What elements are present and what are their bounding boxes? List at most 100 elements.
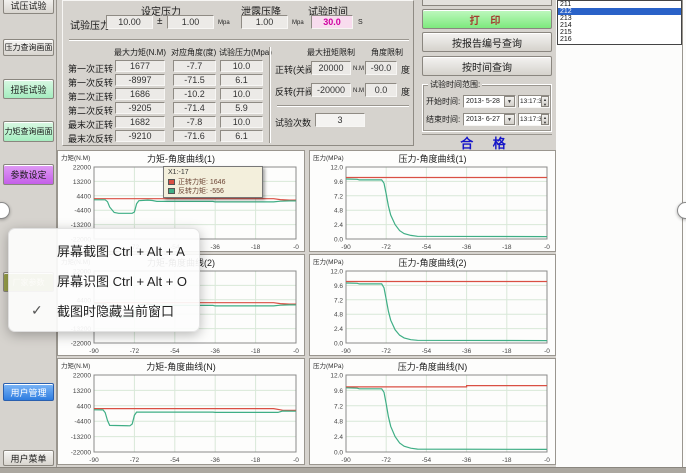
svg-text:-4400: -4400 <box>74 208 91 215</box>
svg-text:-54: -54 <box>170 348 180 355</box>
chevron-down-icon[interactable]: ▼ <box>504 96 515 107</box>
reverse-angle-input[interactable]: 0.0 <box>365 83 397 97</box>
svg-text:-36: -36 <box>210 457 220 464</box>
limits-divider <box>269 47 271 143</box>
report-list[interactable]: 211212213214215216 <box>557 0 682 45</box>
end-date-combo[interactable]: 2013- 6-27 ▼ <box>463 113 516 126</box>
report-list-item[interactable]: 212 <box>558 8 681 15</box>
svg-text:-72: -72 <box>381 457 391 464</box>
svg-text:-18: -18 <box>502 244 512 251</box>
row-label: 第二次正转 <box>67 90 113 103</box>
spinner-icon[interactable]: ▲▼ <box>541 96 549 107</box>
svg-text:22000: 22000 <box>73 165 91 172</box>
test-count-input[interactable]: 3 <box>315 113 365 127</box>
start-date-combo[interactable]: 2013- 5-28 ▼ <box>463 95 516 108</box>
right-edge-line <box>682 0 683 467</box>
tolerance-input[interactable]: 1.00 <box>167 15 214 29</box>
print-button[interactable]: 打 印 <box>422 9 552 29</box>
svg-text:-22000: -22000 <box>71 450 92 457</box>
query-panel: 打 印 按报告编号查询 按时间查询 试验时间范围: 开始时间: 2013- 5-… <box>420 0 556 149</box>
start-time-spin[interactable]: 13:17:35 ▲▼ <box>518 95 550 108</box>
verdict-label: 合 格 <box>422 134 552 149</box>
row-label: 最末次反转 <box>67 132 113 145</box>
forward-torque-swatch <box>168 179 175 185</box>
report-list-item[interactable]: 213 <box>558 15 681 22</box>
reverse-torque-swatch <box>168 188 175 194</box>
plus-minus-label: ± <box>157 16 163 27</box>
svg-text:-4400: -4400 <box>74 419 91 426</box>
svg-text:-90: -90 <box>89 457 99 464</box>
settings-separator <box>69 39 409 41</box>
report-list-item[interactable]: 214 <box>558 22 681 29</box>
svg-text:12.0: 12.0 <box>330 373 343 380</box>
svg-text:-36: -36 <box>210 348 220 355</box>
end-time-spin[interactable]: 13:17:35 ▲▼ <box>518 113 550 126</box>
mpa-unit-1: Mpa <box>218 20 230 26</box>
sidebar-item-pressure-test[interactable]: 试压试验 <box>3 0 54 14</box>
svg-text:-72: -72 <box>381 244 391 251</box>
forward-angle-input[interactable]: -90.0 <box>365 61 397 75</box>
test-pressure-input[interactable]: 10.00 <box>106 15 153 29</box>
end-date-value: 2013- 6-27 <box>466 116 500 123</box>
query-by-report-button[interactable]: 按报告编号查询 <box>422 32 552 52</box>
report-list-item[interactable]: 216 <box>558 36 681 43</box>
svg-text:-54: -54 <box>422 244 432 251</box>
table-cell: 10.0 <box>220 60 263 72</box>
leak-drop-input[interactable]: 1.00 <box>241 15 288 29</box>
deg-unit-2: 度 <box>401 85 410 98</box>
nm-unit-2: N.M <box>353 88 364 94</box>
report-list-item[interactable]: 215 <box>558 29 681 36</box>
svg-text:-72: -72 <box>381 348 391 355</box>
spinner-icon[interactable]: ▲▼ <box>541 114 549 125</box>
svg-text:9.6: 9.6 <box>334 179 343 186</box>
svg-text:4400: 4400 <box>77 193 92 200</box>
right-empty-area <box>556 0 686 467</box>
table-cell: -71.5 <box>173 74 216 86</box>
sidebar-item-user-menu[interactable]: 用户菜单 <box>3 450 54 466</box>
svg-text:-0: -0 <box>544 457 550 464</box>
report-list-item[interactable]: 211 <box>558 1 681 8</box>
menu-item-screen-ocr[interactable]: 屏幕识图 Ctrl + Alt + O <box>9 267 199 293</box>
end-time-label: 结束时间: <box>426 114 463 125</box>
bottom-taskbar-strip <box>0 467 686 473</box>
table-cell: -7.7 <box>173 60 216 72</box>
torque-limit-header: 最大扭矩限制 <box>307 47 355 58</box>
svg-text:-0: -0 <box>293 244 299 251</box>
svg-text:13200: 13200 <box>73 179 91 186</box>
svg-text:-72: -72 <box>130 348 140 355</box>
sidebar-item-parameter-settings[interactable]: 参数设定 <box>3 164 54 185</box>
svg-text:-0: -0 <box>544 244 550 251</box>
sidebar-item-pressure-query[interactable]: 压力查询画面 <box>3 39 54 56</box>
reverse-torque-input[interactable]: -20000 <box>311 83 351 97</box>
menu-item-screen-capture[interactable]: 屏幕截图 Ctrl + Alt + A <box>9 237 199 263</box>
mpa-unit-2: Mpa <box>292 20 304 26</box>
svg-text:-0: -0 <box>293 457 299 464</box>
sidebar-item-torque-test[interactable]: 扭矩试验 <box>3 79 54 99</box>
svg-text:12.0: 12.0 <box>330 165 343 172</box>
screenshot-context-menu: 屏幕截图 Ctrl + Alt + A 屏幕识图 Ctrl + Alt + O … <box>8 228 200 332</box>
svg-text:22000: 22000 <box>73 373 91 380</box>
svg-text:-36: -36 <box>210 244 220 251</box>
table-cell: 10.0 <box>220 88 263 100</box>
partial-button-top[interactable] <box>422 0 552 6</box>
table-cell: -71.6 <box>173 130 216 142</box>
svg-text:-13200: -13200 <box>71 434 92 441</box>
time-range-groupbox: 试验时间范围: 开始时间: 2013- 5-28 ▼ 13:17:35 ▲▼ 结… <box>422 84 552 132</box>
row-label: 第一次反转 <box>67 76 113 89</box>
chevron-down-icon[interactable]: ▼ <box>504 114 515 125</box>
svg-text:2.4: 2.4 <box>334 434 343 441</box>
test-time-input[interactable]: 30.0 <box>311 15 353 29</box>
deg-unit-1: 度 <box>401 63 410 76</box>
query-by-time-button[interactable]: 按时间查询 <box>422 56 552 76</box>
svg-text:-18: -18 <box>251 457 261 464</box>
forward-torque-input[interactable]: 20000 <box>311 61 351 75</box>
sidebar-item-torque-query[interactable]: 力矩查询画面 <box>3 121 54 142</box>
table-cell: -10.2 <box>173 88 216 100</box>
sidebar-item-user-management[interactable]: 用户管理 <box>3 383 54 401</box>
svg-text:-36: -36 <box>462 348 472 355</box>
limits-separator <box>277 105 409 107</box>
svg-text:-18: -18 <box>502 457 512 464</box>
svg-text:4.8: 4.8 <box>334 419 343 426</box>
svg-text:-18: -18 <box>251 348 261 355</box>
svg-text:-0: -0 <box>544 348 550 355</box>
